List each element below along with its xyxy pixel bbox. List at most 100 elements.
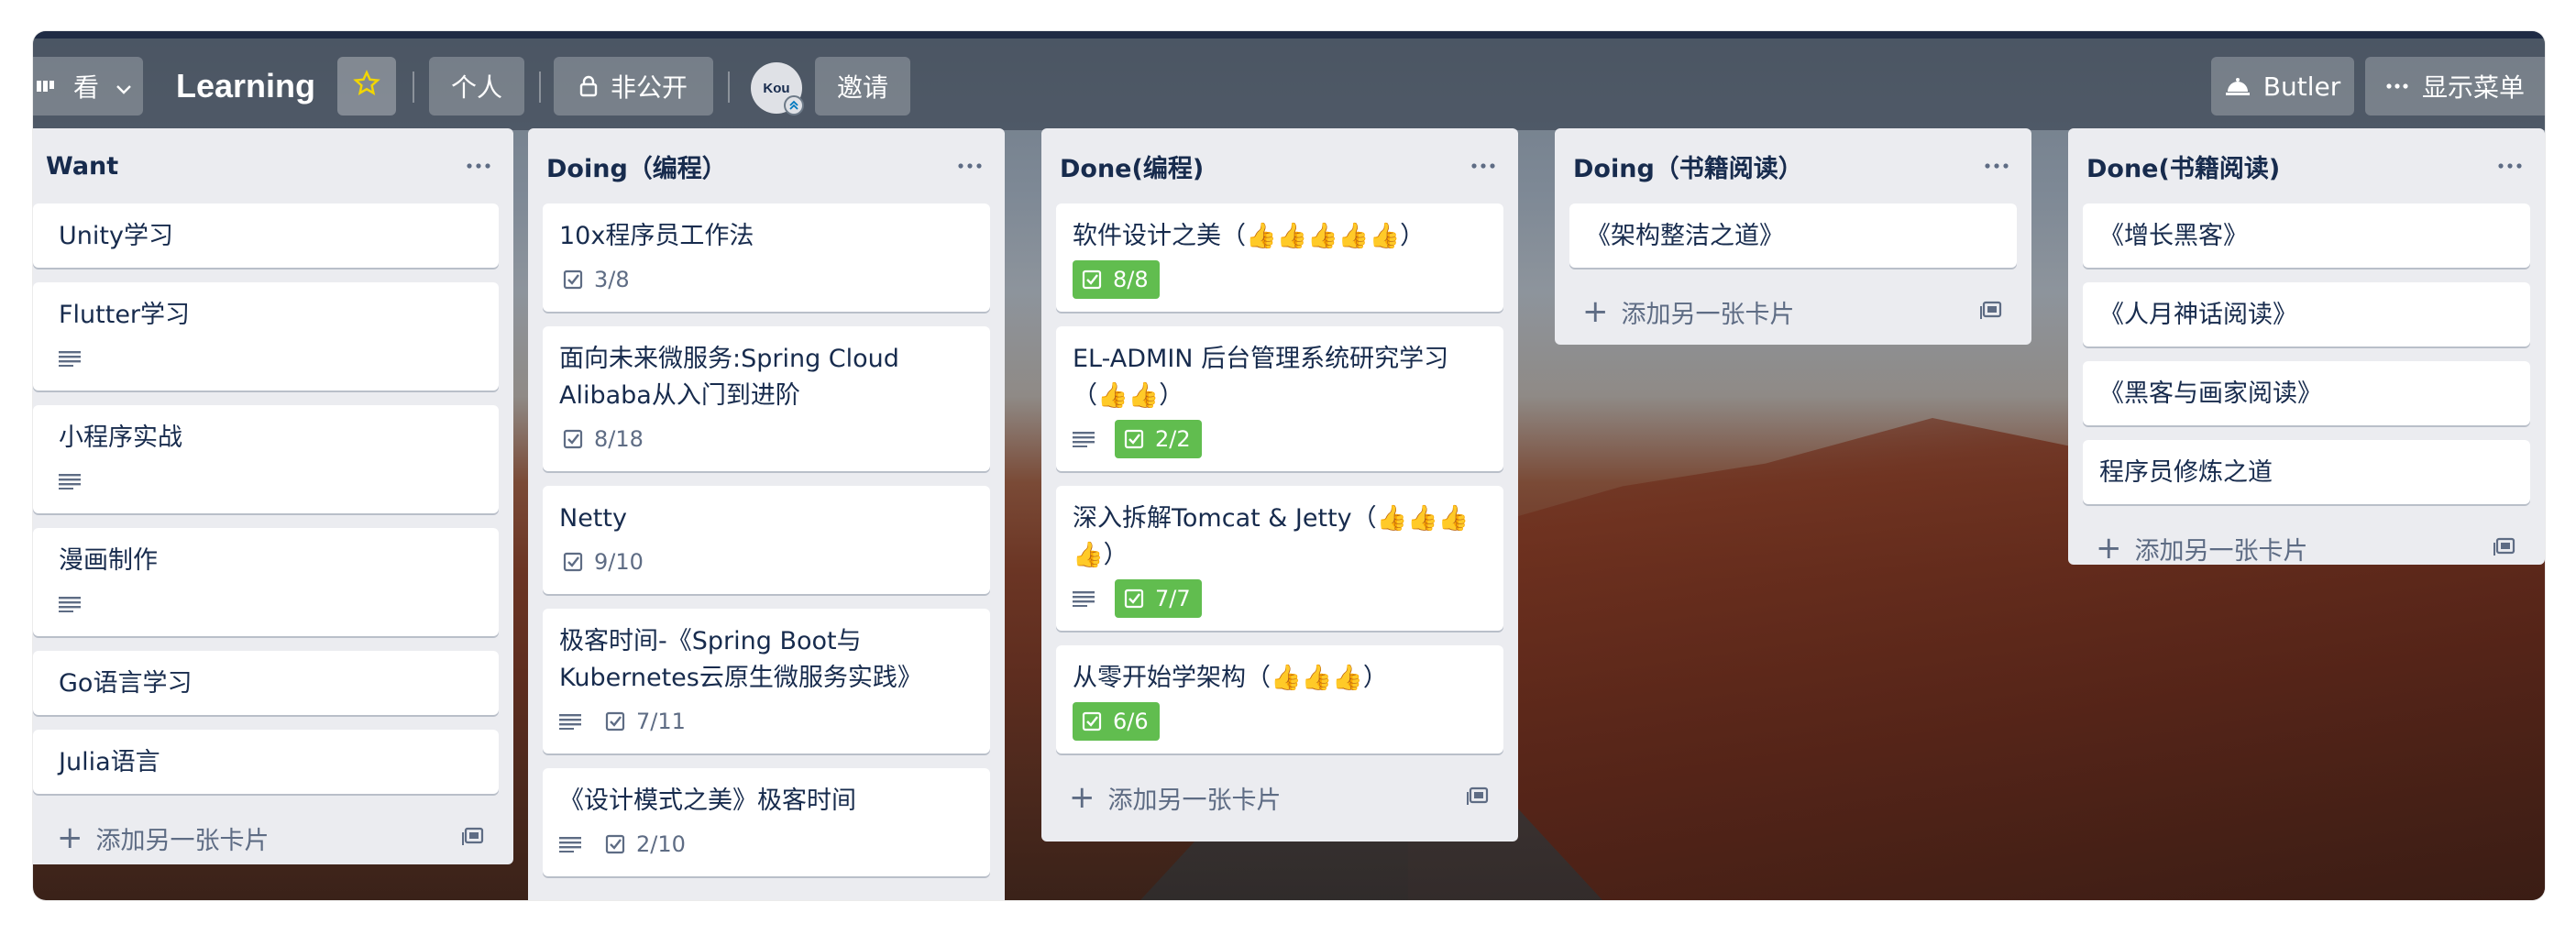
header-divider: [413, 72, 414, 103]
card[interactable]: 极客时间-《Spring Boot与Kubernetes云原生微服务实践》 7/…: [543, 609, 990, 754]
butler-bell-icon: [2225, 76, 2251, 96]
more-dots-icon: [2385, 82, 2409, 90]
card-title: 从零开始学架构（👍👍👍）: [1073, 664, 1388, 692]
add-card-button[interactable]: + 添加另一张卡片: [33, 808, 499, 867]
card[interactable]: 《设计模式之美》极客时间 2/10: [543, 768, 990, 876]
plus-icon: +: [2096, 530, 2122, 566]
list-header: Doing（编程）: [528, 128, 1005, 204]
add-card-button[interactable]: + 添加另一张卡片: [1569, 282, 2017, 341]
browser-window: 看 Learning 个人 非公开 Kou 邀请 Butler 显示菜单 Wan…: [33, 31, 2545, 900]
checklist-count: 2/2: [1155, 426, 1191, 452]
butler-label: Butler: [2262, 71, 2341, 102]
team-label: 个人: [450, 72, 502, 103]
invite-label: 邀请: [836, 72, 888, 103]
card-badges: 6/6: [1073, 702, 1487, 741]
card[interactable]: 10x程序员工作法 3/8: [543, 204, 990, 312]
checklist-complete-badge: 7/7: [1115, 579, 1202, 618]
card[interactable]: Julia语言: [33, 730, 499, 794]
visibility-button[interactable]: 非公开: [554, 57, 713, 116]
list-header: Done(编程): [1041, 128, 1518, 204]
card[interactable]: 软件设计之美（👍👍👍👍👍） 8/8: [1056, 204, 1503, 312]
card-badges: 7/7: [1073, 579, 1487, 618]
list-title[interactable]: Done(编程): [1060, 148, 1204, 184]
list-title[interactable]: Doing（编程）: [546, 148, 727, 184]
list-title[interactable]: Doing（书籍阅读）: [1573, 148, 1803, 184]
add-card-label: 添加另一张卡片: [1107, 786, 1282, 815]
checklist-complete-badge: 8/8: [1073, 260, 1160, 299]
card-title: Netty: [559, 504, 627, 533]
card-title: 《增长黑客》: [2099, 222, 2248, 250]
card-badges: 2/2: [1073, 420, 1487, 458]
card-title: 10x程序员工作法: [559, 222, 754, 250]
add-card-label: 添加另一张卡片: [1621, 300, 1795, 329]
card[interactable]: 从零开始学架构（👍👍👍） 6/6: [1056, 645, 1503, 754]
card[interactable]: 面向未来微服务:Spring Cloud Alibaba从入门到进阶 8/18: [543, 326, 990, 471]
add-card-button[interactable]: + 添加另一张卡片: [2083, 519, 2530, 578]
card-template-icon[interactable]: [1467, 785, 1491, 813]
board-title[interactable]: Learning: [176, 57, 315, 116]
plus-icon: +: [1582, 293, 1609, 330]
card[interactable]: Netty 9/10: [543, 486, 990, 594]
view-switcher-button[interactable]: 看: [33, 57, 143, 116]
list-want: Want Unity学习 Flutter学习 小程序实战 漫画制作 Go语言学习…: [33, 128, 513, 864]
card-badges: 8/18: [559, 420, 974, 458]
card[interactable]: Go语言学习: [33, 651, 499, 715]
list-header: Done(书籍阅读): [2068, 128, 2545, 204]
checklist-badge: 7/11: [601, 702, 691, 741]
card[interactable]: 程序员修炼之道: [2083, 440, 2530, 504]
checklist-badge: 9/10: [559, 543, 649, 581]
view-switcher-label: 看: [73, 72, 100, 103]
team-personal-button[interactable]: 个人: [429, 57, 524, 116]
card-badges: 7/11: [559, 702, 974, 741]
checklist-count: 6/6: [1113, 709, 1149, 734]
butler-button[interactable]: Butler: [2211, 57, 2354, 116]
list-header: Want: [33, 128, 513, 204]
card-template-icon[interactable]: [1980, 299, 2004, 327]
checklist-complete-badge: 6/6: [1073, 702, 1160, 741]
avatar-initials: Kou: [763, 80, 790, 96]
card[interactable]: 《架构整洁之道》: [1569, 204, 2017, 268]
card[interactable]: 《黑客与画家阅读》: [2083, 361, 2530, 425]
card-template-icon[interactable]: [462, 825, 486, 853]
list-title[interactable]: Want: [46, 152, 118, 181]
card-template-icon[interactable]: [2493, 535, 2517, 564]
card[interactable]: 漫画制作: [33, 528, 499, 636]
card-title: 极客时间-《Spring Boot与Kubernetes云原生微服务实践》: [559, 627, 922, 692]
plus-icon: +: [57, 820, 83, 856]
list-title[interactable]: Done(书籍阅读): [2086, 148, 2280, 184]
checklist-count: 8/8: [1113, 267, 1149, 292]
add-card-label: 添加另一张卡片: [2134, 536, 2308, 566]
checklist-count: 7/7: [1155, 586, 1191, 611]
card-title: EL-ADMIN 后台管理系统研究学习（👍👍）: [1073, 345, 1449, 410]
checklist-badge: 3/8: [559, 260, 635, 299]
card[interactable]: Unity学习: [33, 204, 499, 268]
card-title: 《设计模式之美》极客时间: [559, 786, 856, 815]
invite-button[interactable]: 邀请: [815, 57, 910, 116]
list-menu-icon[interactable]: [2492, 152, 2528, 180]
star-icon: [353, 69, 380, 104]
list-header: Doing（书籍阅读）: [1555, 128, 2031, 204]
board-view-icon: [37, 77, 61, 95]
checklist-count: 2/10: [636, 831, 686, 857]
list-menu-icon[interactable]: [1465, 152, 1502, 180]
card[interactable]: 小程序实战: [33, 405, 499, 513]
list-menu-icon[interactable]: [1978, 152, 2015, 180]
card[interactable]: 《增长黑客》: [2083, 204, 2530, 268]
header-divider: [539, 72, 541, 103]
board-header: 看 Learning 个人 非公开 Kou 邀请 Butler 显示菜单: [33, 38, 2545, 130]
checklist-count: 9/10: [594, 549, 644, 575]
card[interactable]: 《人月神话阅读》: [2083, 282, 2530, 346]
star-board-button[interactable]: [337, 57, 396, 116]
member-avatar[interactable]: Kou: [751, 62, 804, 116]
card[interactable]: EL-ADMIN 后台管理系统研究学习（👍👍） 2/2: [1056, 326, 1503, 471]
card-badges: [59, 462, 482, 500]
add-card-button[interactable]: + 添加另一张卡片: [1056, 768, 1503, 827]
card[interactable]: 深入拆解Tomcat & Jetty（👍👍👍👍） 7/7: [1056, 486, 1503, 631]
list-menu-icon[interactable]: [460, 152, 497, 180]
description-icon: [59, 591, 84, 617]
card-title: 面向未来微服务:Spring Cloud Alibaba从入门到进阶: [559, 345, 899, 410]
show-menu-button[interactable]: 显示菜单: [2365, 57, 2545, 116]
card[interactable]: Flutter学习: [33, 282, 499, 390]
list-menu-icon[interactable]: [952, 152, 988, 180]
card-title: Julia语言: [59, 748, 160, 776]
